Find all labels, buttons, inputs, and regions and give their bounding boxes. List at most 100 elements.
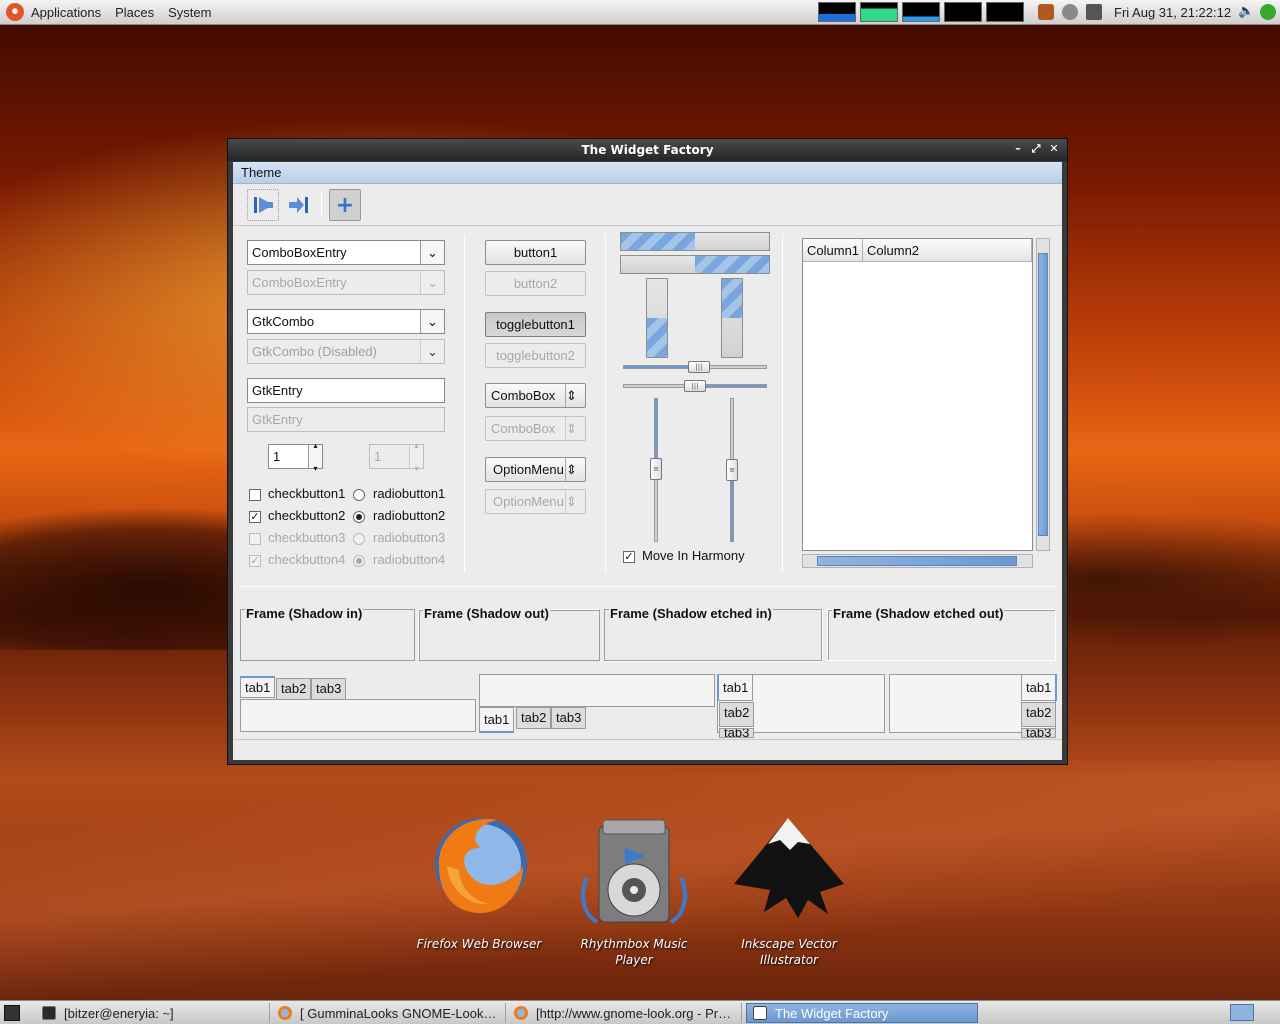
volume-icon[interactable]: 🔈	[1238, 4, 1254, 20]
menu-system[interactable]: System	[161, 5, 218, 20]
toolbar: +	[233, 184, 1062, 226]
speaker-icon	[580, 819, 688, 924]
network-monitor-icon[interactable]	[902, 2, 940, 22]
load-monitor-icon[interactable]	[986, 2, 1024, 22]
checkbutton3-box	[249, 533, 261, 545]
desktop-icon-inkscape[interactable]: Inkscape Vector Illustrator	[724, 814, 854, 967]
menu-applications[interactable]: Applications	[24, 5, 108, 20]
vertical-scrollbar-thumb[interactable]	[1038, 253, 1048, 536]
menu-places[interactable]: Places	[108, 5, 161, 20]
column1-header[interactable]: Column1	[803, 239, 863, 262]
minimize-icon[interactable]: –	[1011, 142, 1025, 156]
radiobutton2-circle[interactable]	[353, 511, 365, 523]
goto-first-icon	[254, 197, 273, 213]
radiobutton4-circle	[353, 555, 365, 567]
clock[interactable]: Fri Aug 31, 21:22:12	[1114, 5, 1231, 20]
chevron-down-icon[interactable]: ⌄	[420, 241, 444, 264]
notebook-bottom-tab2[interactable]: tab2	[516, 707, 552, 729]
notebook-left-tab2[interactable]: tab2	[719, 702, 755, 727]
checkbutton3-label: checkbutton3	[268, 530, 346, 545]
notebook-right-tab1[interactable]: tab1	[1021, 674, 1058, 701]
notebook-left-tab3[interactable]: tab3	[719, 728, 755, 738]
progressbar-h1	[620, 232, 770, 251]
comboboxentry-disabled: ComboBoxEntry ⌄	[247, 270, 445, 295]
maximize-icon[interactable]: ⤢	[1029, 142, 1043, 156]
comboboxentry-1[interactable]: ComboBoxEntry ⌄	[247, 240, 445, 265]
notebook-left-tab1[interactable]: tab1	[717, 674, 754, 701]
radiobutton4-label: radiobutton4	[373, 552, 446, 567]
notebook-top-tab3[interactable]: tab3	[311, 678, 347, 700]
memory-monitor-icon[interactable]	[860, 2, 898, 22]
desktop-icon-label: Rhythmbox Music Player	[580, 937, 688, 967]
spin-arrows-icon[interactable]: ▴ ▾	[308, 441, 322, 473]
update-notifier-icon[interactable]	[1260, 4, 1276, 20]
desktop-icon-firefox[interactable]: Firefox Web Browser	[414, 806, 544, 951]
notebook-bottom-tab3[interactable]: tab3	[551, 707, 587, 729]
optionmenu[interactable]: OptionMenu ⇕	[485, 457, 586, 482]
task-widget-factory[interactable]: The Widget Factory	[746, 1003, 978, 1023]
updown-arrows-icon[interactable]: ⇕	[565, 384, 583, 407]
notebook-bottom-tab1[interactable]: tab1	[479, 707, 515, 733]
task-firefox-1[interactable]: [ GumminaLooks GNOME-Look…	[272, 1003, 506, 1023]
chevron-down-icon[interactable]: ⌄	[420, 310, 444, 333]
show-desktop-icon[interactable]	[4, 1005, 20, 1021]
updown-arrows-icon: ⇕	[565, 417, 583, 440]
togglebutton2-disabled: togglebutton2	[485, 343, 586, 368]
gtkcombo[interactable]: GtkCombo ⌄	[247, 309, 445, 334]
vscale-2-handle[interactable]: ≡	[726, 459, 738, 481]
notebook-top-tab1[interactable]: tab1	[240, 676, 276, 698]
task-label: [http://www.gnome-look.org - Pr…	[536, 1005, 732, 1021]
gtkentry-disabled: GtkEntry	[247, 407, 445, 432]
horizontal-scrollbar-thumb[interactable]	[817, 556, 1017, 566]
vertical-scrollbar[interactable]	[1036, 238, 1050, 551]
task-label: [ GumminaLooks GNOME-Look…	[300, 1005, 497, 1021]
vscale-1-handle[interactable]: ≡	[650, 458, 662, 480]
progress-fill	[695, 256, 769, 273]
checkbutton2-box[interactable]: ✓	[249, 511, 261, 523]
radiobutton3-circle	[353, 533, 365, 545]
status-tray-icon[interactable]	[1062, 4, 1078, 20]
add-button[interactable]: +	[329, 189, 361, 221]
task-firefox-2[interactable]: [http://www.gnome-look.org - Pr…	[508, 1003, 742, 1023]
close-icon[interactable]: ✕	[1047, 142, 1061, 156]
checkbutton1-label[interactable]: checkbutton1	[268, 486, 345, 501]
move-in-harmony-box[interactable]: ✓	[623, 551, 635, 563]
button1[interactable]: button1	[485, 240, 586, 265]
horizontal-scrollbar[interactable]	[802, 554, 1033, 568]
button2-disabled: button2	[485, 271, 586, 296]
desktop-icon-label: Firefox Web Browser	[416, 937, 542, 951]
move-in-harmony-label[interactable]: Move In Harmony	[642, 548, 745, 563]
cpu-monitor-icon[interactable]	[818, 2, 856, 22]
firefox-icon	[435, 818, 527, 914]
goto-first-button[interactable]	[247, 189, 279, 221]
checkbutton1-box[interactable]	[249, 489, 261, 501]
treeview[interactable]: Column1 Column2	[802, 238, 1033, 551]
gtkentry[interactable]: GtkEntry	[247, 378, 445, 403]
checkbutton2-label[interactable]: checkbutton2	[268, 508, 345, 523]
column2-header[interactable]: Column2	[863, 239, 1032, 262]
task-terminal[interactable]: [bitzer@eneryia: ~]	[36, 1003, 270, 1023]
checkbutton4-label: checkbutton4	[268, 552, 346, 567]
toolbar-separator	[321, 192, 322, 218]
hscale-2-handle[interactable]: |||	[684, 380, 706, 392]
swap-monitor-icon[interactable]	[944, 2, 982, 22]
combobox[interactable]: ComboBox ⇕	[485, 383, 586, 408]
goto-last-button[interactable]	[283, 189, 315, 221]
gimp-tray-icon[interactable]	[1038, 4, 1054, 20]
workspace-switcher[interactable]	[1230, 1004, 1254, 1021]
menu-theme[interactable]: Theme	[241, 165, 281, 180]
radiobutton2-label[interactable]: radiobutton2	[373, 508, 445, 523]
radiobutton1-circle[interactable]	[353, 489, 365, 501]
radiobutton1-label[interactable]: radiobutton1	[373, 486, 445, 501]
hscale-1-handle[interactable]: |||	[688, 361, 710, 373]
window-titlebar[interactable]: The Widget Factory – ⤢ ✕	[228, 139, 1067, 161]
desktop-icon-rhythmbox[interactable]: Rhythmbox Music Player	[569, 818, 699, 967]
updown-arrows-icon[interactable]: ⇕	[565, 458, 583, 481]
togglebutton1[interactable]: togglebutton1	[485, 312, 586, 337]
ubuntu-logo-icon[interactable]	[6, 3, 24, 21]
notebook-right-tab2[interactable]: tab2	[1021, 702, 1057, 727]
spinbutton[interactable]: 1 ▴ ▾	[268, 441, 323, 473]
notebook-right-tab3[interactable]: tab3	[1021, 728, 1057, 738]
notebook-top-tab2[interactable]: tab2	[276, 678, 312, 700]
network-tray-icon[interactable]	[1086, 4, 1102, 20]
